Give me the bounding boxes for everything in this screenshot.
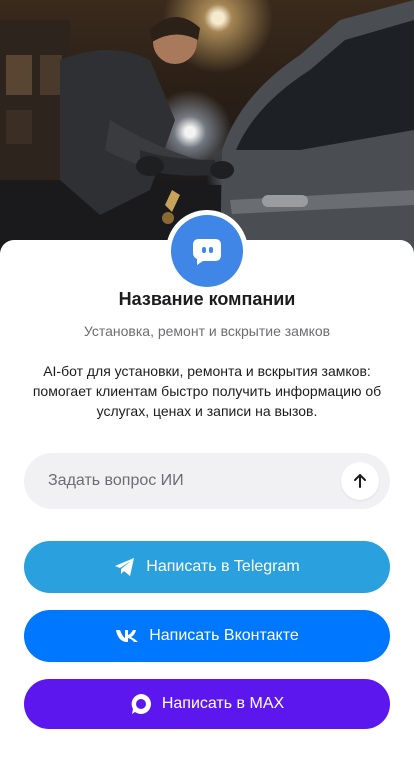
telegram-button-label: Написать в Telegram xyxy=(146,558,300,575)
vk-button[interactable]: Написать Вконтакте xyxy=(24,610,390,662)
ask-ai-bar xyxy=(24,453,390,509)
max-button-label: Написать в MAX xyxy=(161,695,285,712)
send-button[interactable] xyxy=(341,462,379,500)
ask-ai-input[interactable] xyxy=(48,472,318,490)
company-description: AI-бот для установки, ремонта и вскрытия… xyxy=(32,363,382,419)
avatar xyxy=(166,210,248,292)
vk-button-label: Написать Вконтакте xyxy=(149,627,299,644)
company-subtitle: Установка, ремонт и вскрытие замков xyxy=(83,323,331,339)
telegram-button[interactable]: Написать в Telegram xyxy=(24,541,390,593)
arrow-up-icon xyxy=(354,474,366,488)
telegram-icon xyxy=(114,557,136,577)
vk-icon xyxy=(115,629,139,643)
max-icon xyxy=(130,693,152,715)
company-name: Название компании xyxy=(118,289,296,309)
chat-bot-icon xyxy=(171,215,243,287)
max-button[interactable]: Написать в MAX xyxy=(24,679,390,729)
